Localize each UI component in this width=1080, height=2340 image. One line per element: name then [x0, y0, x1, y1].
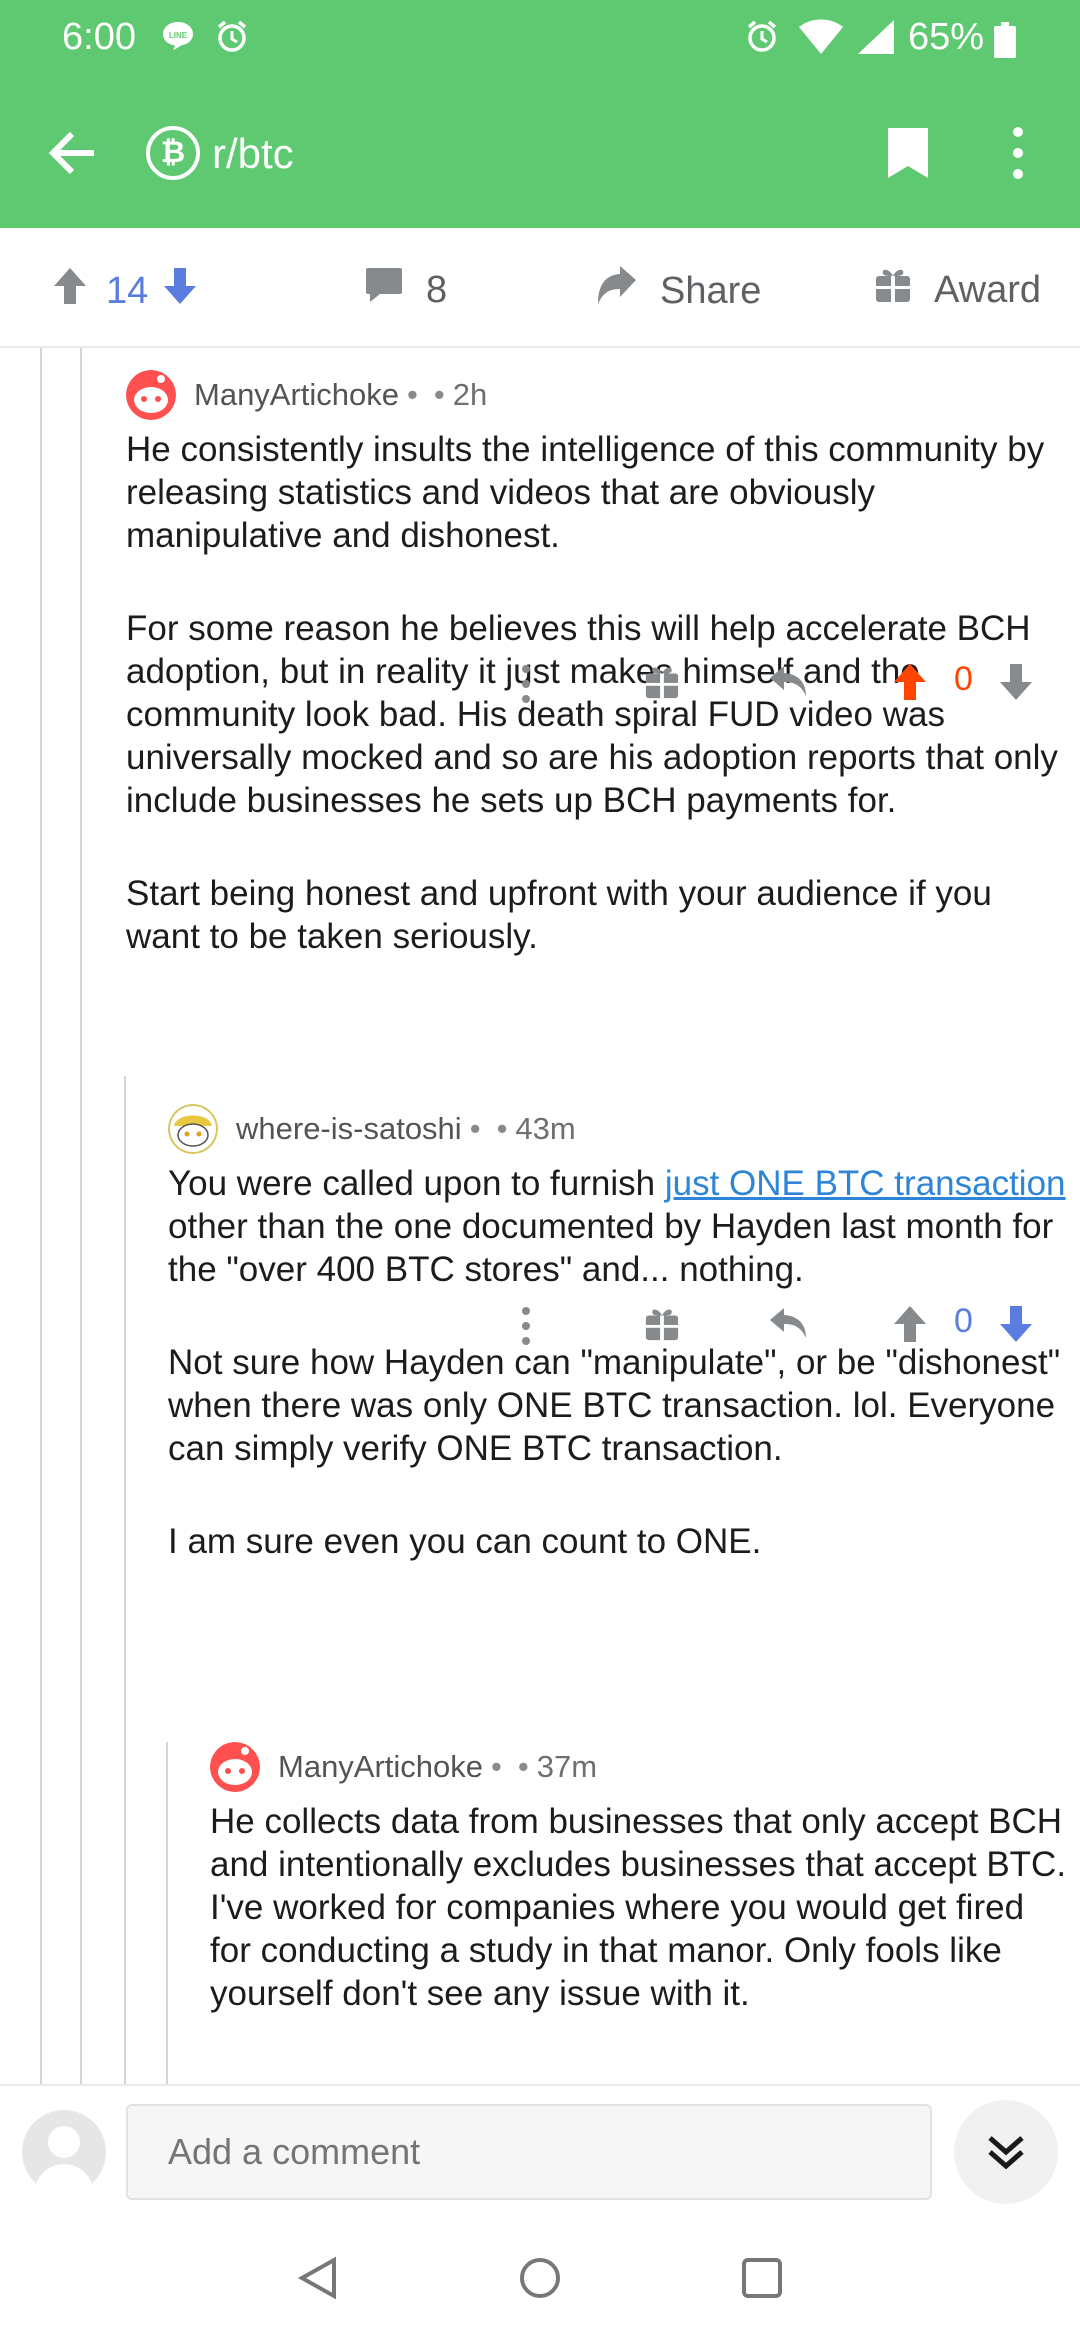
meta-separator: •	[469, 1111, 481, 1146]
comment-age: 43m	[515, 1111, 576, 1146]
comment-3: ManyArtichoke • • 37m He collects data f…	[210, 1742, 1070, 2015]
comment-author[interactable]: ManyArtichoke	[194, 377, 399, 413]
nav-recents-icon[interactable]	[740, 2256, 784, 2300]
bitcoin-icon: ₿	[146, 126, 200, 180]
comment-meta: ManyArtichoke • • 37m	[210, 1742, 1070, 1792]
upvote-icon[interactable]	[52, 266, 88, 316]
comment-paragraph: For some reason he believes this will he…	[126, 609, 1058, 820]
more-options-icon[interactable]	[1010, 126, 1026, 185]
bookmark-icon[interactable]	[886, 126, 930, 185]
reply-icon[interactable]	[768, 664, 808, 700]
snoo-avatar-icon[interactable]	[168, 1104, 218, 1154]
snoo-avatar-icon[interactable]	[210, 1742, 260, 1792]
gift-icon	[874, 266, 912, 314]
meta-separator: •	[407, 377, 418, 412]
share-arrow-icon	[596, 266, 638, 316]
comment-paragraph: Start being honest and upfront with your…	[126, 874, 992, 956]
line-app-icon: LINE	[160, 18, 196, 59]
app-bar: ₿ r/btc	[0, 100, 1080, 210]
comment-paragraph: I am sure even you can count to ONE.	[168, 1522, 762, 1561]
user-avatar[interactable]	[22, 2110, 106, 2194]
post-vote-group: 14	[52, 266, 198, 316]
comment-meta: where-is-satoshi • • 43m	[168, 1104, 1068, 1154]
meta-separator: •	[433, 377, 445, 412]
paragraph-text: You were called upon to furnish	[168, 1164, 665, 1203]
comment-meta: ManyArtichoke • • 2h	[126, 370, 1066, 420]
downvote-icon[interactable]	[162, 266, 198, 316]
award-label: Award	[934, 268, 1042, 311]
thread-rail-level-4[interactable]	[166, 1742, 168, 2084]
comment-2-actions: 0	[520, 1300, 1040, 1350]
subreddit-title[interactable]: r/btc	[212, 130, 294, 178]
comment-paragraph: You were called upon to furnish just ONE…	[168, 1162, 1068, 1291]
alarm-icon	[214, 18, 250, 59]
comment-paragraph: He consistently insults the intelligence…	[126, 430, 1045, 555]
nav-home-icon[interactable]	[518, 2256, 562, 2300]
paragraph-text: other than the one documented by Hayden …	[168, 1207, 1054, 1289]
svg-text:LINE: LINE	[169, 31, 188, 40]
wifi-icon	[798, 18, 844, 61]
double-chevron-down-icon	[988, 2136, 1024, 2170]
comment-body: He collects data from businesses that on…	[210, 1800, 1070, 2015]
comment-thread[interactable]: ManyArtichoke • • 2h He consistently ins…	[0, 348, 1080, 2084]
downvote-icon[interactable]	[998, 662, 1034, 702]
status-bar: 6:00 LINE 65%	[0, 0, 1080, 80]
comment-1-actions: 0	[520, 658, 1040, 708]
upvote-icon[interactable]	[892, 662, 928, 702]
nav-back-icon[interactable]	[296, 2256, 340, 2300]
comment-author[interactable]: where-is-satoshi	[236, 1111, 462, 1147]
comment-more-icon[interactable]	[520, 1306, 532, 1346]
comment-score: 0	[954, 1302, 973, 1340]
share-button[interactable]: Share	[596, 266, 761, 316]
comments-count: 8	[426, 268, 448, 311]
share-label: Share	[660, 269, 762, 312]
comment-body: You were called upon to furnish just ONE…	[168, 1162, 1068, 1563]
comment-bubble-icon	[364, 266, 404, 314]
comments-count-button[interactable]: 8	[364, 266, 447, 314]
comment-more-icon[interactable]	[520, 664, 532, 704]
cell-signal-icon	[856, 18, 896, 61]
post-actions-bar: 14 8 Share Award	[0, 228, 1080, 348]
award-button[interactable]: Award	[874, 266, 1041, 314]
thread-rail-level-3[interactable]	[124, 1076, 126, 2084]
system-nav-bar	[0, 2214, 1080, 2340]
meta-separator: •	[517, 1749, 529, 1784]
battery-icon	[994, 22, 1016, 63]
add-comment-input[interactable]	[126, 2104, 932, 2200]
thread-rail-level-2[interactable]	[80, 348, 82, 2084]
comment-age: 37m	[536, 1749, 598, 1784]
comment-input-bar	[0, 2084, 1080, 2214]
meta-separator: •	[496, 1111, 508, 1146]
thread-rail-level-1[interactable]	[40, 348, 42, 2084]
snoo-avatar-icon[interactable]	[126, 370, 176, 420]
collapse-thread-button[interactable]	[954, 2100, 1058, 2204]
upvote-icon[interactable]	[892, 1304, 928, 1344]
comment-paragraph: Not sure how Hayden can "manipulate", or…	[168, 1343, 1061, 1468]
back-arrow-icon[interactable]	[46, 126, 100, 180]
alarm-status-icon	[744, 18, 780, 59]
gift-icon[interactable]	[644, 1306, 680, 1342]
post-score: 14	[106, 269, 149, 312]
reply-icon[interactable]	[768, 1306, 808, 1342]
comment-author[interactable]: ManyArtichoke	[278, 1749, 483, 1785]
transaction-link[interactable]: just ONE BTC transaction	[665, 1164, 1066, 1203]
gift-icon[interactable]	[644, 664, 680, 700]
battery-percent: 65%	[908, 16, 985, 58]
comment-age: 2h	[452, 377, 488, 412]
status-time: 6:00	[62, 16, 136, 58]
downvote-icon[interactable]	[998, 1304, 1034, 1344]
meta-separator: •	[491, 1749, 502, 1784]
default-user-icon	[34, 2126, 94, 2194]
comment-score: 0	[954, 660, 973, 698]
comment-paragraph: He collects data from businesses that on…	[210, 1802, 1067, 2013]
top-bar: 6:00 LINE 65% ₿ r/btc	[0, 0, 1080, 228]
